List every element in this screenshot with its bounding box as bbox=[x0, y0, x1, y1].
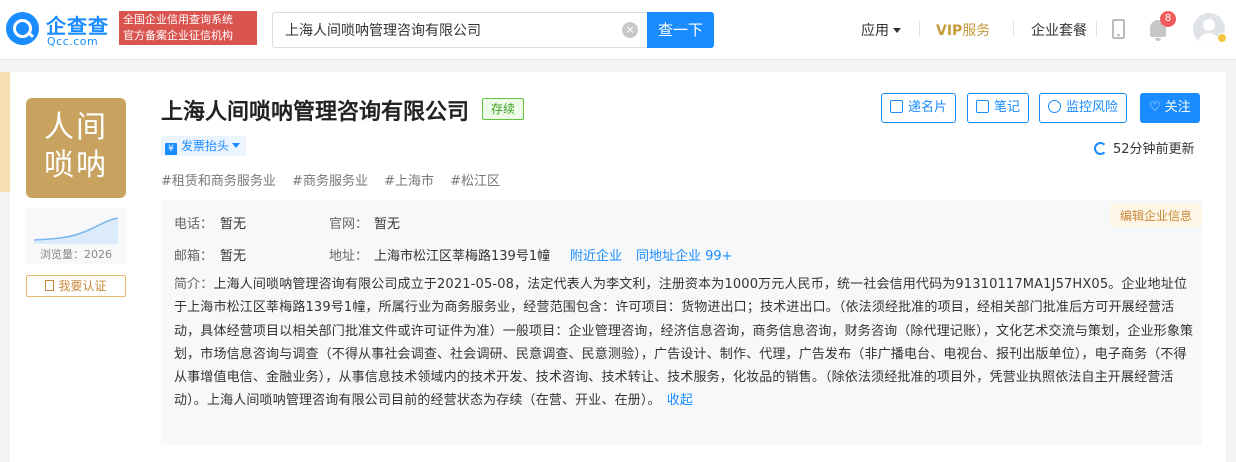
visits-count: 浏览量：2026 bbox=[40, 248, 112, 261]
clear-icon[interactable]: × bbox=[622, 22, 638, 38]
website-value: 暂无 bbox=[374, 217, 401, 232]
vip-service-label: 服务 bbox=[962, 23, 991, 39]
nav-apps-label: 应用 bbox=[861, 23, 889, 39]
document-icon bbox=[45, 280, 55, 291]
note-label: 笔记 bbox=[994, 100, 1021, 115]
business-card-icon bbox=[890, 100, 903, 113]
send-card-label: 递名片 bbox=[908, 100, 948, 115]
nav-divider bbox=[1096, 21, 1097, 37]
top-header: 企查查 Qcc.com 全国企业信用查询系统 官方备案企业征信机构 × 查一下 … bbox=[0, 0, 1236, 60]
tag-district[interactable]: #松江区 bbox=[450, 174, 500, 189]
nav-apps-menu[interactable]: 应用 bbox=[861, 20, 901, 40]
chevron-down-icon bbox=[893, 28, 901, 33]
email-label: 邮箱： bbox=[174, 249, 214, 264]
nav-vip-service[interactable]: VIP服务 bbox=[936, 20, 990, 40]
heart-icon: ♡ bbox=[1149, 100, 1161, 115]
update-text: 52分钟前更新 bbox=[1113, 142, 1195, 157]
industry-tags: #租赁和商务服务业 #商务服务业 #上海市 #松江区 bbox=[161, 170, 512, 189]
monitor-label: 监控风险 bbox=[1066, 100, 1119, 115]
tag-city[interactable]: #上海市 bbox=[384, 174, 434, 189]
follow-button[interactable]: ♡ 关注 bbox=[1140, 93, 1200, 123]
claim-verify-button[interactable]: 我要认证 bbox=[26, 275, 126, 297]
company-logo-line-2: 唢呐 bbox=[44, 148, 108, 183]
follow-label: 关注 bbox=[1164, 100, 1191, 115]
invoice-icon: ¥ bbox=[165, 143, 177, 155]
tag-industry[interactable]: #租赁和商务服务业 bbox=[161, 174, 276, 189]
visits-trend-sparkline bbox=[34, 217, 118, 244]
company-intro: 简介：上海人间唢呐管理咨询有限公司成立于2021-05-08，法定代表人为李文利… bbox=[174, 273, 1196, 413]
vip-label: VIP bbox=[936, 23, 963, 39]
company-name: 上海人间唢呐管理咨询有限公司 bbox=[161, 100, 470, 125]
chevron-down-icon bbox=[232, 143, 241, 148]
address-value: 上海市松江区莘梅路139号1幢 bbox=[374, 249, 551, 264]
intro-label: 简介： bbox=[174, 277, 214, 292]
company-logo: 人间 唢呐 bbox=[26, 98, 126, 198]
email-value: 暂无 bbox=[220, 249, 247, 264]
nav-enterprise-package[interactable]: 企业套餐 bbox=[1031, 20, 1087, 40]
avatar-status-dot bbox=[1217, 33, 1227, 43]
search-input[interactable] bbox=[273, 13, 633, 47]
refresh-icon bbox=[1094, 142, 1107, 155]
intro-text: 上海人间唢呐管理咨询有限公司成立于2021-05-08，法定代表人为李文利，注册… bbox=[174, 277, 1194, 409]
nav-divider bbox=[919, 21, 920, 37]
send-card-button[interactable]: 递名片 bbox=[881, 93, 957, 123]
magnifier-logo-icon bbox=[6, 12, 39, 45]
update-time[interactable]: 52分钟前更新 bbox=[1094, 138, 1195, 157]
tag-sub-industry[interactable]: #商务服务业 bbox=[292, 174, 368, 189]
status-badge: 存续 bbox=[482, 98, 525, 120]
address-label: 地址： bbox=[329, 249, 369, 264]
note-button[interactable]: 笔记 bbox=[967, 93, 1030, 123]
qcc-logo[interactable]: 企查查 Qcc.com bbox=[6, 10, 114, 48]
invoice-title-dropdown[interactable]: ¥ 发票抬头 bbox=[161, 136, 247, 156]
notification-count-badge: 8 bbox=[1160, 11, 1176, 27]
slogan-line-2: 官方备案企业征信机构 bbox=[123, 29, 233, 42]
search-bar: × 查一下 bbox=[272, 12, 714, 48]
edit-note-icon bbox=[976, 100, 989, 113]
search-button[interactable]: 查一下 bbox=[647, 12, 714, 48]
visits-panel: 浏览量：2026 bbox=[26, 208, 126, 264]
mobile-phone-icon[interactable] bbox=[1112, 19, 1125, 39]
monitor-icon bbox=[1048, 100, 1061, 113]
monitor-risk-button[interactable]: 监控风险 bbox=[1039, 93, 1128, 123]
invoice-label: 发票抬头 bbox=[181, 139, 230, 153]
collapse-link[interactable]: 收起 bbox=[667, 393, 693, 408]
nav-divider bbox=[1013, 21, 1014, 37]
left-edge-strip bbox=[0, 72, 10, 192]
verify-label: 我要认证 bbox=[58, 279, 107, 293]
website-label: 官网： bbox=[329, 217, 369, 232]
phone-value: 暂无 bbox=[220, 217, 247, 232]
edit-company-info-button[interactable]: 编辑企业信息 bbox=[1109, 204, 1202, 227]
company-info-box: 编辑企业信息 电话： 暂无 官网： 暂无 邮箱： 暂无 地址： 上海市松江区莘梅… bbox=[161, 200, 1202, 445]
slogan-line-1: 全国企业信用查询系统 bbox=[123, 13, 233, 26]
same-address-companies-link[interactable]: 同地址企业 99+ bbox=[636, 245, 733, 264]
phone-label: 电话： bbox=[174, 217, 214, 232]
logo-domain: Qcc.com bbox=[47, 35, 99, 48]
company-logo-line-1: 人间 bbox=[44, 110, 108, 145]
nearby-companies-link[interactable]: 附近企业 bbox=[570, 245, 622, 264]
official-slogan-badge: 全国企业信用查询系统 官方备案企业征信机构 bbox=[119, 11, 257, 45]
